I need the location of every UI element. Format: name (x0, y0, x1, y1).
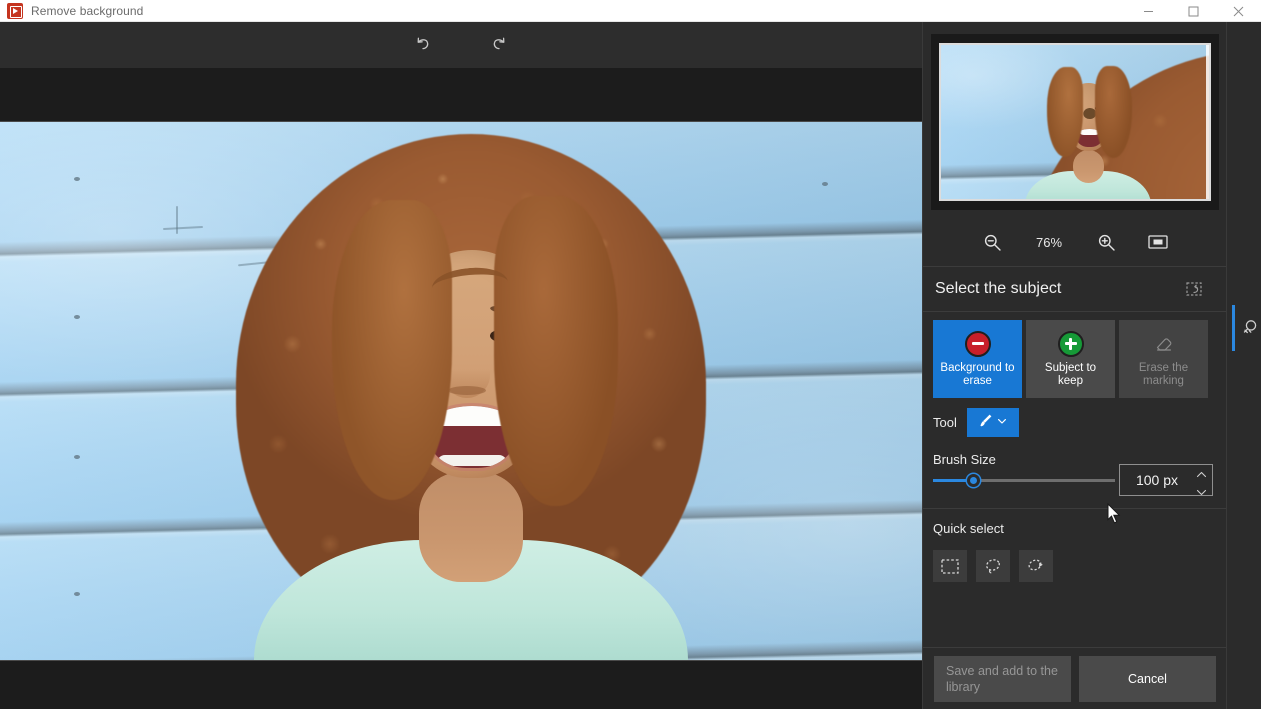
preview-hair-right (1095, 66, 1132, 158)
active-tool-indicator (1232, 305, 1235, 351)
mode-label: Erase the marking (1125, 362, 1202, 388)
eraser-icon (1151, 331, 1177, 357)
undo-icon[interactable] (406, 30, 440, 60)
chevron-down-icon (996, 414, 1008, 432)
brush-size-label: Brush Size (933, 452, 996, 467)
cancel-button[interactable]: Cancel (1079, 656, 1216, 702)
siding-nail (74, 455, 80, 459)
title-bar: Remove background (0, 0, 1261, 22)
tool-label: Tool (933, 415, 957, 430)
preview-hair-left (1047, 67, 1083, 157)
brush-size-value[interactable]: 100 px (1120, 472, 1194, 488)
window-title: Remove background (31, 4, 143, 18)
brush-size-slider[interactable] (933, 472, 1115, 490)
panel-title: Select the subject (935, 280, 1061, 298)
close-icon[interactable] (1216, 0, 1261, 22)
preview-subject (1019, 47, 1157, 201)
mode-subject-to-keep[interactable]: Subject to keep (1026, 320, 1115, 398)
siding-nail (74, 592, 80, 596)
reset-selection-icon[interactable] (1183, 278, 1205, 300)
selection-mode-group: Background to erase Subject to keep Eras… (933, 320, 1208, 398)
side-rail (1226, 22, 1261, 709)
slider-thumb[interactable] (967, 474, 980, 487)
section-divider (923, 508, 1227, 509)
rectangular-marquee-icon[interactable] (933, 550, 967, 582)
mode-label: Subject to keep (1032, 362, 1109, 388)
zoom-in-icon[interactable] (1091, 227, 1121, 257)
siding-nail (74, 315, 80, 319)
redo-icon[interactable] (482, 30, 516, 60)
section-header: Select the subject (923, 266, 1227, 312)
brush-icon (977, 412, 994, 434)
minimize-icon[interactable] (1126, 0, 1171, 22)
maximize-icon[interactable] (1171, 0, 1216, 22)
siding-nail (74, 177, 80, 181)
remove-background-tool-icon[interactable] (1239, 316, 1261, 340)
editor-toolbar (0, 22, 922, 68)
brush-size-stepper[interactable]: 100 px (1119, 464, 1213, 496)
save-and-add-to-library-button[interactable]: Save and add to the library (934, 656, 1071, 702)
tool-selector-row: Tool (933, 408, 1019, 437)
subject-person (236, 130, 706, 660)
chevron-up-icon[interactable] (1196, 465, 1207, 483)
zoom-out-icon[interactable] (977, 227, 1007, 257)
teeth-lower (437, 455, 507, 466)
mode-erase-the-marking[interactable]: Erase the marking (1119, 320, 1208, 398)
preview-neck (1073, 150, 1104, 183)
preview-image (939, 43, 1211, 201)
mode-label: Background to erase (939, 362, 1016, 388)
mode-background-to-erase[interactable]: Background to erase (933, 320, 1022, 398)
zoom-level: 76% (1029, 235, 1069, 250)
hair-front-right (494, 196, 618, 506)
quick-select-label: Quick select (933, 521, 1004, 536)
siding-scratch (176, 206, 178, 234)
tool-dropdown-button[interactable] (967, 408, 1019, 437)
neck (419, 472, 523, 582)
magnetic-lasso-icon[interactable] (1019, 550, 1053, 582)
plus-circle-icon (1058, 331, 1084, 357)
preview-thumbnail[interactable] (931, 34, 1219, 210)
stepper-arrows (1194, 465, 1212, 495)
powerpoint-icon (7, 3, 23, 19)
tool-panel: 76% Select the subject (922, 22, 1226, 709)
fit-to-screen-icon[interactable] (1143, 227, 1173, 257)
window-controls (1126, 0, 1261, 22)
siding-nail (822, 182, 828, 186)
remove-background-window: Remove background (0, 0, 1261, 709)
minus-circle-icon (965, 331, 991, 357)
hair-front-left (332, 200, 452, 500)
zoom-controls: 76% (923, 218, 1227, 266)
image-canvas[interactable] (0, 68, 922, 709)
lasso-icon[interactable] (976, 550, 1010, 582)
panel-footer: Save and add to the library Cancel (923, 647, 1227, 709)
photo-image[interactable] (0, 122, 922, 660)
quick-select-group (933, 550, 1053, 582)
chevron-down-icon[interactable] (1196, 483, 1207, 501)
